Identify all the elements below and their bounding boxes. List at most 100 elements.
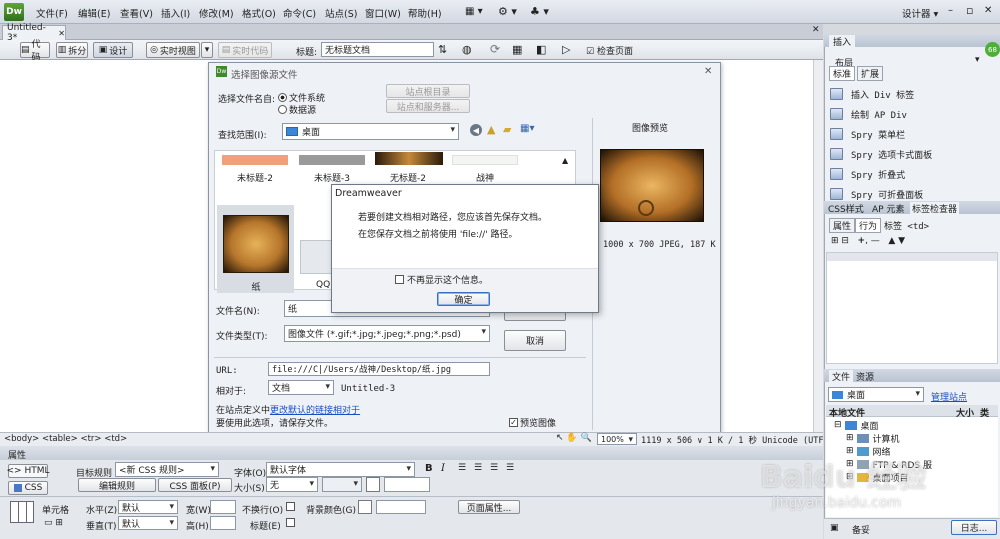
look-in-select[interactable]: 桌面 [282, 123, 459, 140]
spry-tabbed-panel-item[interactable]: Spry 选项卡式面板 [830, 145, 932, 163]
manage-sites-link[interactable]: 管理站点 [931, 390, 967, 403]
tree-computer[interactable]: ⊞ 计算机 [846, 431, 900, 445]
sites-icon[interactable]: ♣ ▾ [530, 5, 549, 18]
spry-accordion-item[interactable]: Spry 折叠式 [830, 165, 905, 183]
code-view-button[interactable]: ▤ 代码 [20, 40, 50, 63]
back-icon[interactable]: ◀ [470, 124, 482, 136]
vert-select[interactable]: 默认 [118, 516, 178, 530]
merge-cells-icon[interactable]: ▭ ⊞ [44, 518, 63, 528]
view-options-icon[interactable]: ▦ [512, 43, 522, 56]
behaviors-list[interactable] [826, 252, 998, 364]
tab-close-icon[interactable]: ✕ [58, 29, 65, 38]
filetype-select[interactable]: 图像文件 (*.gif;*.jpg;*.jpeg;*.png;*.psd) [284, 325, 490, 342]
menu-help[interactable]: 帮助(H) [408, 6, 448, 20]
tag-selector[interactable]: <body> <table> <tr> <td> [4, 434, 127, 444]
site-root-button[interactable]: 站点根目录 [386, 84, 470, 98]
thumb-label-qq[interactable]: QQ [316, 280, 330, 290]
insert-category-dropdown-icon[interactable]: ▾ [975, 55, 980, 65]
header-checkbox[interactable] [286, 518, 295, 527]
dont-show-checkbox[interactable]: 不再显示这个信息。 [395, 273, 488, 286]
list-scroll-up-icon[interactable]: ▲ [562, 156, 568, 165]
menu-site[interactable]: 站点(S) [325, 6, 365, 20]
height-input[interactable] [210, 516, 236, 530]
thumb-label-1[interactable]: 未标题-2 [215, 171, 295, 184]
tab-assets[interactable]: 资源 [856, 370, 874, 383]
align-right-icon[interactable]: ☰ [490, 463, 498, 473]
menu-edit[interactable]: 编辑(E) [78, 6, 120, 20]
site-server-button[interactable]: 站点和服务器... [386, 99, 470, 113]
view-menu-icon[interactable]: ▦▾ [520, 123, 534, 134]
insert-div-item[interactable]: 插入 Div 标签 [830, 85, 914, 103]
preview-checkbox[interactable]: ✓ 预览图像 [509, 416, 556, 429]
collapse-icon[interactable]: ⊟ [834, 420, 842, 430]
expand-icon[interactable]: ⊞ [846, 433, 854, 443]
menu-format[interactable]: 格式(O) [242, 6, 283, 20]
behavior-toolbar[interactable]: ⊞ ⊟ +, — ▲ ▼ [831, 236, 905, 246]
text-color-swatch[interactable] [366, 477, 380, 492]
menu-window[interactable]: 窗口(W) [365, 6, 408, 20]
subtab-behaviors[interactable]: 行为 [855, 218, 882, 233]
browser-preview-icon[interactable]: ◍ [462, 43, 472, 56]
tab-insert[interactable]: 插入 [829, 35, 856, 48]
thumb-image-3[interactable] [375, 152, 443, 165]
align-left-icon[interactable]: ☰ [458, 463, 466, 473]
thumb-image-qq[interactable] [300, 240, 332, 274]
width-input[interactable] [210, 500, 236, 514]
cancel-button[interactable]: 取消 [504, 330, 566, 351]
radio-datasource[interactable]: 数据源 [278, 103, 316, 116]
menu-insert[interactable]: 插入(I) [161, 6, 199, 20]
tab-files[interactable]: 文件 [829, 370, 854, 383]
alert-ok-button[interactable]: 确定 [437, 292, 490, 306]
draw-ap-div-item[interactable]: 绘制 AP Div [830, 105, 907, 123]
refresh-icon[interactable]: ⟳ [490, 42, 500, 56]
align-center-icon[interactable]: ☰ [474, 463, 482, 473]
menu-modify[interactable]: 修改(M) [199, 6, 242, 20]
align-justify-icon[interactable]: ☰ [506, 463, 514, 473]
target-rule-select[interactable]: <新 CSS 规则> [115, 462, 219, 477]
workspace-switcher[interactable]: 设计器 ▾ [902, 6, 938, 20]
design-view-button[interactable]: ▣ 设计 [93, 42, 133, 58]
thumb-label-3[interactable]: 无标题-2 [368, 171, 448, 184]
maximize-button[interactable]: ▫ [966, 4, 973, 17]
thumb-label-paper[interactable]: 纸 [216, 280, 296, 293]
live-code-button[interactable]: ▤ 实时代码 [218, 42, 272, 58]
tab-expanded[interactable]: 扩展 [857, 66, 884, 81]
page-properties-button[interactable]: 页面属性... [458, 500, 520, 514]
relative-select[interactable]: 文档 [268, 380, 334, 395]
thumb-image-paper[interactable] [223, 215, 289, 273]
tab-standard[interactable]: 标准 [829, 66, 856, 81]
doc-close-icon[interactable]: ✕ [812, 25, 820, 35]
subtab-attributes[interactable]: 属性 [829, 218, 856, 233]
size-unit-select[interactable] [322, 477, 362, 492]
new-folder-icon[interactable]: ▰ [503, 123, 511, 136]
tab-css-styles[interactable]: CSS样式 [828, 202, 864, 215]
live-view-button[interactable]: ◎ 实时视图 [146, 42, 200, 58]
gear-icon[interactable]: ⚙ ▾ [498, 5, 517, 18]
split-view-button[interactable]: ▥ 拆分 [56, 42, 88, 58]
font-select[interactable]: 默认字体 [266, 462, 415, 477]
check-page-button[interactable]: ☑ 检查页面 [586, 44, 633, 57]
log-button[interactable]: 日志... [951, 520, 997, 535]
zoom-select[interactable]: 100% [597, 433, 637, 445]
horz-select[interactable]: 默认 [118, 500, 178, 514]
select-tool-icon[interactable]: ↖ ✋ 🔍 [556, 433, 592, 443]
spry-menubar-item[interactable]: Spry 菜单栏 [830, 125, 905, 143]
thumb-label-2[interactable]: 未标题-3 [292, 171, 372, 184]
tab-tag-inspector[interactable]: 标签检查器 [910, 202, 960, 215]
edit-rule-button[interactable]: 编辑规则 [78, 478, 156, 492]
file-mgmt-icon[interactable]: ⇅ [438, 43, 447, 56]
visual-aids-icon[interactable]: ◧ [536, 43, 546, 56]
up-folder-icon[interactable]: ▲ [487, 123, 495, 136]
menu-view[interactable]: 查看(V) [120, 6, 161, 20]
menu-commands[interactable]: 命令(C) [283, 6, 325, 20]
thumb-image-1[interactable] [222, 155, 288, 165]
bold-button[interactable]: B [425, 463, 433, 474]
url-input[interactable]: file:///C|/Users/战神/Desktop/纸.jpg [268, 362, 490, 376]
css-mode-button[interactable]: CSS [8, 481, 48, 495]
close-button[interactable]: ✕ [984, 5, 992, 16]
size-select[interactable]: 无 [266, 477, 318, 492]
change-default-link[interactable]: 更改默认的链接相对于 [270, 406, 360, 416]
layout-icon[interactable]: ▦ ▾ [465, 6, 483, 17]
italic-button[interactable]: I [441, 463, 445, 474]
validate-icon[interactable]: ▷ [562, 43, 570, 56]
